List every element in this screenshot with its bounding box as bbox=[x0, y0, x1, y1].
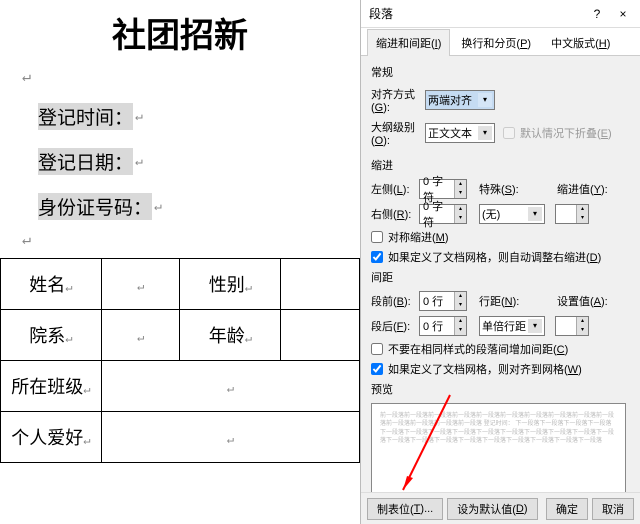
section-preview: 预览 bbox=[371, 381, 630, 397]
indent-left-input[interactable]: 0 字符▴▾ bbox=[419, 179, 467, 199]
line-spacing-label: 行距(N): bbox=[479, 293, 523, 309]
table-cell[interactable]: 所在班级↵ bbox=[1, 361, 102, 412]
doc-field-1[interactable]: 登记日期：↵ bbox=[38, 148, 360, 175]
outline-level-select[interactable]: 正文文本▾ bbox=[425, 123, 495, 143]
table-cell[interactable]: 姓名↵ bbox=[1, 259, 102, 310]
tab-indent-spacing[interactable]: 缩进和间距(I) bbox=[367, 29, 450, 56]
paragraph-dialog: 段落 ? × 缩进和间距(I) 换行和分页(P) 中文版式(H) 常规 对齐方式… bbox=[360, 0, 640, 524]
section-spacing: 间距 bbox=[371, 269, 630, 285]
collapse-label: 默认情况下折叠(E) bbox=[520, 125, 612, 141]
snap-to-grid-label: 如果定义了文档网格，则对齐到网格(W) bbox=[388, 361, 582, 377]
line-spacing-select[interactable]: 单倍行距▾ bbox=[479, 316, 545, 336]
tab-asian-typography[interactable]: 中文版式(H) bbox=[542, 29, 619, 56]
special-indent-select[interactable]: (无)▾ bbox=[479, 204, 545, 224]
collapse-checkbox bbox=[503, 127, 515, 139]
alignment-select[interactable]: 两端对齐▾ bbox=[425, 90, 495, 110]
outline-level-label: 大纲级别(O): bbox=[371, 119, 425, 147]
tabs-button[interactable]: 制表位(T)... bbox=[367, 498, 443, 520]
table-cell[interactable] bbox=[281, 259, 360, 310]
indent-right-input[interactable]: 0 字符▴▾ bbox=[419, 204, 467, 224]
no-space-same-style-checkbox[interactable] bbox=[371, 343, 383, 355]
doc-table: 姓名↵ ↵ 性别↵ 院系↵ ↵ 年龄↵ 所在班级↵ ↵ 个人爱好↵ ↵ bbox=[0, 258, 360, 463]
cancel-button[interactable]: 取消 bbox=[592, 498, 634, 520]
dialog-titlebar: 段落 ? × bbox=[361, 0, 640, 28]
table-cell[interactable]: ↵ bbox=[101, 361, 359, 412]
indent-by-label: 缩进值(Y): bbox=[557, 181, 608, 197]
alignment-label: 对齐方式(G): bbox=[371, 86, 425, 114]
no-space-same-style-label: 不要在相同样式的段落间增加间距(C) bbox=[388, 341, 568, 357]
table-cell[interactable]: 院系↵ bbox=[1, 310, 102, 361]
document-area: 社团招新 ↵ 登记时间：↵ 登记日期：↵ 身份证号码：↵ ↵ 姓名↵ ↵ 性别↵… bbox=[0, 0, 360, 524]
indent-right-label: 右侧(R): bbox=[371, 206, 419, 222]
table-cell[interactable] bbox=[281, 310, 360, 361]
spacing-at-label: 设置值(A): bbox=[557, 293, 608, 309]
mirror-indent-label: 对称缩进(M) bbox=[388, 229, 449, 245]
table-cell[interactable]: 性别↵ bbox=[180, 259, 281, 310]
indent-left-label: 左侧(L): bbox=[371, 181, 419, 197]
spacing-at-input[interactable]: ▴▾ bbox=[555, 316, 589, 336]
chevron-down-icon: ▾ bbox=[478, 126, 492, 140]
table-cell[interactable]: ↵ bbox=[101, 412, 359, 463]
dialog-tabs: 缩进和间距(I) 换行和分页(P) 中文版式(H) bbox=[361, 28, 640, 56]
dialog-footer: 制表位(T)... 设为默认值(D) 确定 取消 bbox=[361, 492, 640, 524]
snap-to-grid-checkbox[interactable] bbox=[371, 363, 383, 375]
mirror-indent-checkbox[interactable] bbox=[371, 231, 383, 243]
chevron-down-icon: ▾ bbox=[528, 207, 542, 221]
auto-right-indent-checkbox[interactable] bbox=[371, 251, 383, 263]
tab-line-page-breaks[interactable]: 换行和分页(P) bbox=[452, 29, 540, 56]
space-before-label: 段前(B): bbox=[371, 293, 419, 309]
close-button[interactable]: × bbox=[610, 4, 636, 24]
section-indent: 缩进 bbox=[371, 157, 630, 173]
doc-field-0[interactable]: 登记时间：↵ bbox=[38, 103, 360, 130]
help-button[interactable]: ? bbox=[584, 4, 610, 24]
table-cell[interactable]: 个人爱好↵ bbox=[1, 412, 102, 463]
auto-right-indent-label: 如果定义了文档网格，则自动调整右缩进(D) bbox=[388, 249, 601, 265]
space-before-input[interactable]: 0 行▴▾ bbox=[419, 291, 467, 311]
set-default-button[interactable]: 设为默认值(D) bbox=[447, 498, 537, 520]
chevron-down-icon: ▾ bbox=[528, 319, 542, 333]
section-general: 常规 bbox=[371, 64, 630, 80]
table-cell[interactable]: ↵ bbox=[101, 310, 180, 361]
special-indent-label: 特殊(S): bbox=[479, 181, 523, 197]
space-after-input[interactable]: 0 行▴▾ bbox=[419, 316, 467, 336]
paragraph-mark: ↵ bbox=[22, 67, 360, 85]
paragraph-mark: ↵ bbox=[22, 230, 360, 248]
table-cell[interactable]: ↵ bbox=[101, 259, 180, 310]
table-cell[interactable]: 年龄↵ bbox=[180, 310, 281, 361]
space-after-label: 段后(F): bbox=[371, 318, 419, 334]
doc-title: 社团招新 bbox=[0, 8, 360, 57]
dialog-title-text: 段落 bbox=[369, 5, 584, 22]
doc-field-2[interactable]: 身份证号码：↵ bbox=[38, 193, 360, 220]
ok-button[interactable]: 确定 bbox=[546, 498, 588, 520]
indent-by-input[interactable]: ▴▾ bbox=[555, 204, 589, 224]
chevron-down-icon: ▾ bbox=[478, 93, 492, 107]
